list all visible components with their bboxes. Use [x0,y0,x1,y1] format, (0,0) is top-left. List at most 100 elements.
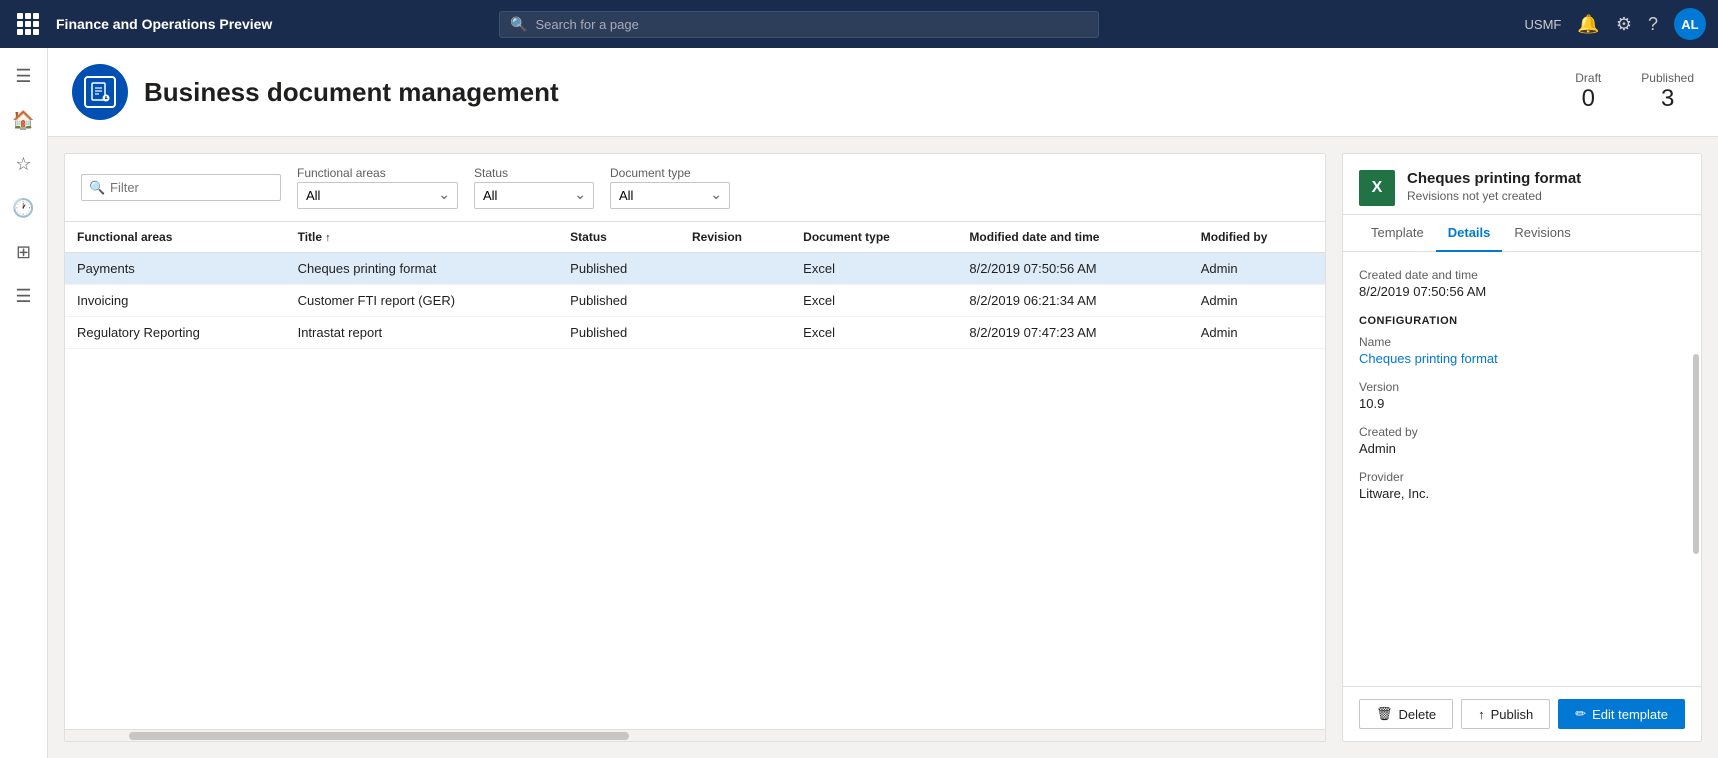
table-cell-5: 8/2/2019 07:50:56 AM [957,253,1188,285]
table-cell-3 [680,253,791,285]
detail-body: Created date and time 8/2/2019 07:50:56 … [1343,252,1701,686]
sidebar-item-workspaces[interactable]: ⊞ [4,232,44,272]
avatar[interactable]: AL [1674,8,1706,40]
edit-template-button[interactable]: ✏ Edit template [1558,699,1685,729]
detail-scrollbar[interactable] [1693,354,1699,554]
name-value[interactable]: Cheques printing format [1359,351,1685,366]
sidebar-item-favorites[interactable]: ☆ [4,144,44,184]
sidebar-item-recent[interactable]: 🕐 [4,188,44,228]
delete-icon: 🗑 [1376,706,1393,722]
col-title[interactable]: Title [286,222,559,253]
table-panel: 🔍 Functional areas All Payments Invoicin… [64,153,1326,742]
status-select[interactable]: All Published Draft [474,182,594,209]
search-container: 🔍 [499,11,1099,38]
publish-button[interactable]: ↑ Publish [1461,699,1550,729]
home-icon: 🏠 [12,110,34,131]
environment-label: USMF [1525,17,1562,32]
table-cell-1: Cheques printing format [286,253,559,285]
col-document-type[interactable]: Document type [791,222,957,253]
hamburger-icon: ☰ [15,66,31,87]
table-cell-2: Published [558,317,680,349]
col-modified-by[interactable]: Modified by [1189,222,1325,253]
col-modified-date[interactable]: Modified date and time [957,222,1188,253]
document-type-select[interactable]: All Excel Word [610,182,730,209]
sidebar-item-list[interactable]: ☰ [4,276,44,316]
document-type-label: Document type [610,166,730,180]
table-cell-5: 8/2/2019 07:47:23 AM [957,317,1188,349]
detail-header: X Cheques printing format Revisions not … [1343,154,1701,215]
status-filter: Status All Published Draft [474,166,594,209]
detail-title: Cheques printing format [1407,170,1581,187]
grid-icon: ⊞ [16,242,31,263]
table-cell-3 [680,285,791,317]
draft-label: Draft [1575,71,1601,85]
table-header-row: Functional areas Title Status Revision D… [65,222,1325,253]
status-select-wrapper: All Published Draft [474,182,594,209]
created-date-field: Created date and time 8/2/2019 07:50:56 … [1359,268,1685,299]
provider-label: Provider [1359,470,1685,484]
documents-table: Functional areas Title Status Revision D… [65,222,1325,349]
main-content: Business document management Draft 0 Pub… [48,48,1718,758]
col-functional-areas[interactable]: Functional areas [65,222,286,253]
page-title: Business document management [144,77,559,108]
settings-icon[interactable]: ⚙ [1616,14,1632,35]
table-cell-4: Excel [791,285,957,317]
table-cell-1: Intrastat report [286,317,559,349]
sidebar: ☰ 🏠 ☆ 🕐 ⊞ ☰ [0,48,48,758]
version-field: Version 10.9 [1359,380,1685,411]
table-cell-2: Published [558,253,680,285]
detail-title-area: Cheques printing format Revisions not ye… [1407,170,1581,203]
sidebar-item-home[interactable]: 🏠 [4,100,44,140]
sidebar-item-menu[interactable]: ☰ [4,56,44,96]
published-stat: Published 3 [1641,71,1694,113]
functional-areas-filter: Functional areas All Payments Invoicing … [297,166,458,209]
help-icon[interactable]: ? [1648,14,1658,35]
publish-icon: ↑ [1478,707,1485,722]
search-input[interactable] [535,17,1088,32]
document-type-filter: Document type All Excel Word [610,166,730,209]
table-scrollbar-thumb[interactable] [129,732,629,740]
search-box[interactable]: 🔍 [499,11,1099,38]
table-cell-0: Invoicing [65,285,286,317]
app-layout: ☰ 🏠 ☆ 🕐 ⊞ ☰ [0,48,1718,758]
page-stats: Draft 0 Published 3 [1575,71,1694,113]
created-date-value: 8/2/2019 07:50:56 AM [1359,284,1685,299]
data-table: Functional areas Title Status Revision D… [65,222,1325,729]
functional-areas-label: Functional areas [297,166,458,180]
table-cell-6: Admin [1189,317,1325,349]
table-row[interactable]: PaymentsCheques printing formatPublished… [65,253,1325,285]
created-by-field: Created by Admin [1359,425,1685,456]
table-scrollbar[interactable] [65,729,1325,741]
configuration-section-title: CONFIGURATION [1359,315,1685,327]
functional-areas-select-wrapper: All Payments Invoicing Regulatory Report… [297,182,458,209]
table-cell-6: Admin [1189,285,1325,317]
tab-revisions[interactable]: Revisions [1502,215,1582,252]
tab-details[interactable]: Details [1436,215,1503,252]
filter-input[interactable] [81,174,281,201]
name-label: Name [1359,335,1685,349]
excel-icon: X [1359,170,1395,206]
published-label: Published [1641,71,1694,85]
table-cell-3 [680,317,791,349]
topbar: Finance and Operations Preview 🔍 USMF 🔔 … [0,0,1718,48]
document-icon [84,76,116,108]
version-value: 10.9 [1359,396,1685,411]
created-by-label: Created by [1359,425,1685,439]
notifications-icon[interactable]: 🔔 [1577,14,1599,35]
content-area: 🔍 Functional areas All Payments Invoicin… [48,137,1718,758]
col-revision[interactable]: Revision [680,222,791,253]
waffle-menu-button[interactable] [12,8,44,40]
filters-row: 🔍 Functional areas All Payments Invoicin… [65,154,1325,222]
tab-template[interactable]: Template [1359,215,1436,252]
functional-areas-select[interactable]: All Payments Invoicing Regulatory Report… [297,182,458,209]
waffle-icon [17,13,39,35]
col-status[interactable]: Status [558,222,680,253]
delete-button[interactable]: 🗑 Delete [1359,699,1453,729]
created-date-label: Created date and time [1359,268,1685,282]
table-row[interactable]: InvoicingCustomer FTI report (GER)Publis… [65,285,1325,317]
detail-tabs: Template Details Revisions [1343,215,1701,252]
app-title: Finance and Operations Preview [56,16,272,32]
table-row[interactable]: Regulatory ReportingIntrastat reportPubl… [65,317,1325,349]
draft-stat: Draft 0 [1575,71,1601,113]
table-cell-0: Regulatory Reporting [65,317,286,349]
